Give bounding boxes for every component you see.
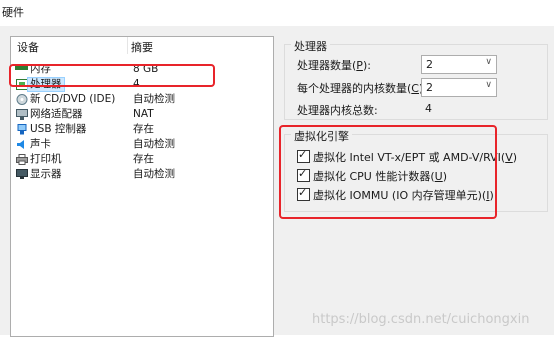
device-name: 声卡: [30, 138, 51, 150]
device-summary: 自动检测: [133, 138, 175, 150]
display-icon: [15, 169, 28, 180]
total-cores-label: 处理器内核总数:: [297, 104, 378, 117]
device-row-usb[interactable]: USB 控制器 存在: [11, 122, 273, 137]
device-row-printer[interactable]: 打印机 存在: [11, 152, 273, 167]
device-name: USB 控制器: [30, 123, 87, 135]
device-name: 打印机: [30, 153, 62, 165]
device-list-header: 设备 摘要: [11, 37, 273, 54]
device-name: 显示器: [30, 168, 62, 180]
watermark: https://blog.csdn.net/cuichongxin: [312, 312, 530, 327]
device-summary: 自动检测: [133, 93, 175, 105]
device-row-network[interactable]: 网络适配器 NAT: [11, 107, 273, 122]
device-name: 网络适配器: [30, 108, 83, 120]
title-bar: 硬件: [0, 0, 554, 26]
device-row-display[interactable]: 显示器 自动检测: [11, 167, 273, 182]
cores-per-processor-value: 2: [426, 81, 433, 94]
cores-per-processor-select[interactable]: 2 ∨: [421, 78, 497, 97]
usb-icon: [15, 124, 28, 135]
device-summary: 自动检测: [133, 168, 175, 180]
device-summary: NAT: [133, 108, 154, 120]
cd-dvd-icon: [15, 94, 28, 105]
num-processors-value: 2: [426, 58, 433, 71]
chevron-down-icon[interactable]: ∨: [485, 80, 492, 90]
highlight-box-processor: [9, 64, 215, 87]
device-row-sound[interactable]: 声卡 自动检测: [11, 137, 273, 152]
device-name: 新 CD/DVD (IDE): [30, 93, 116, 105]
column-device-header[interactable]: 设备: [17, 39, 39, 55]
device-summary: 存在: [133, 123, 154, 135]
device-summary: 存在: [133, 153, 154, 165]
processor-group: 处理器 处理器数量(P): 2 ∨ 每个处理器的内核数量(C): 2 ∨ 处理器…: [284, 38, 548, 120]
processor-group-legend: 处理器: [291, 38, 330, 54]
column-summary-header[interactable]: 摘要: [131, 39, 153, 55]
highlight-box-virtualization: [279, 125, 497, 219]
cores-per-processor-label: 每个处理器的内核数量(C):: [297, 82, 427, 95]
network-adapter-icon: [15, 109, 28, 120]
num-processors-select[interactable]: 2 ∨: [421, 55, 497, 74]
chevron-down-icon[interactable]: ∨: [485, 57, 492, 67]
total-cores-value: 4: [425, 102, 432, 115]
num-processors-label: 处理器数量(P):: [297, 59, 371, 72]
printer-icon: [15, 154, 28, 165]
device-row-cd-dvd[interactable]: 新 CD/DVD (IDE) 自动检测: [11, 92, 273, 107]
sound-card-icon: [15, 139, 28, 150]
window-title: 硬件: [2, 6, 24, 19]
column-separator[interactable]: [127, 37, 128, 54]
